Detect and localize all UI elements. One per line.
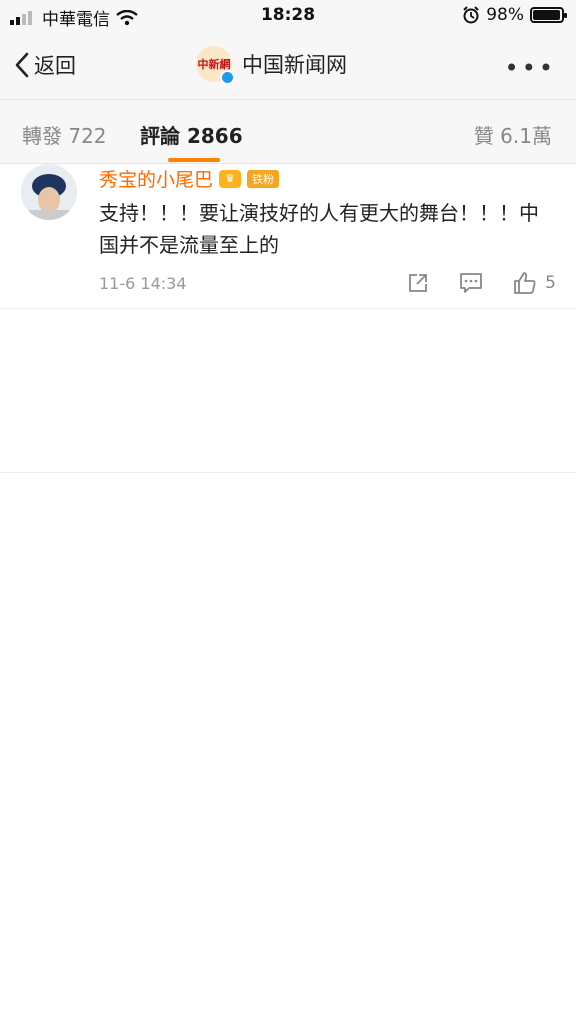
tab-repost[interactable]: 轉發 722 [22,120,107,149]
back-label: 返回 [34,54,76,78]
crown-icon: ♛ [219,169,242,188]
account-header[interactable]: 中新網 中国新闻网 [196,46,347,85]
comment-list: 秀宝的小尾巴 ♛ 铁粉 支持！！！要让演技好的人有更大的舞台！！！中国并不是流量… [0,164,576,473]
repost-button[interactable] [407,272,429,294]
comment-icon [460,273,483,293]
tab-likes[interactable]: 贊 6.1萬 [474,120,552,149]
account-logo: 中新網 [196,46,235,85]
back-button[interactable]: 返回 [14,50,76,80]
like-count: 5 [545,273,556,293]
tab-bar: 轉發 722 評論 2866 贊 6.1萬 [0,100,576,164]
thumbs-up-icon [514,272,536,294]
battery-percent: 98% [486,5,524,25]
verified-icon [220,70,235,85]
avatar-placeholder-4 [21,469,77,525]
more-dots-icon[interactable]: ••• [505,54,556,82]
like-button[interactable]: 5 [513,271,556,295]
battery-icon [530,7,567,23]
alarm-icon [463,6,479,24]
comment-time: 11-6 14:34 [99,274,187,293]
fan-badge: 铁粉 [247,169,280,188]
nav-bar: 返回 中新網 中国新闻网 ••• [0,32,576,100]
comment-username[interactable]: 秀宝的小尾巴 ♛ 铁粉 [99,165,280,192]
comment-item: 秀宝的小尾巴 ♛ 铁粉 支持！！！要让演技好的人有更大的舞台！！！中国并不是流量… [0,164,576,309]
reply-button[interactable] [459,272,483,294]
status-bar: 中華電信 18:28 98% [0,0,576,32]
comment-text: 支持！！！要让演技好的人有更大的舞台！！！中国并不是流量至上的 [99,201,539,257]
tab-comments[interactable]: 評論 2866 [140,120,243,149]
avatar[interactable] [21,164,77,220]
chevron-left-icon [15,52,29,78]
share-icon [409,274,428,292]
account-name: 中国新闻网 [242,53,347,77]
tab-active-indicator [168,158,220,162]
comment-item [0,309,576,473]
